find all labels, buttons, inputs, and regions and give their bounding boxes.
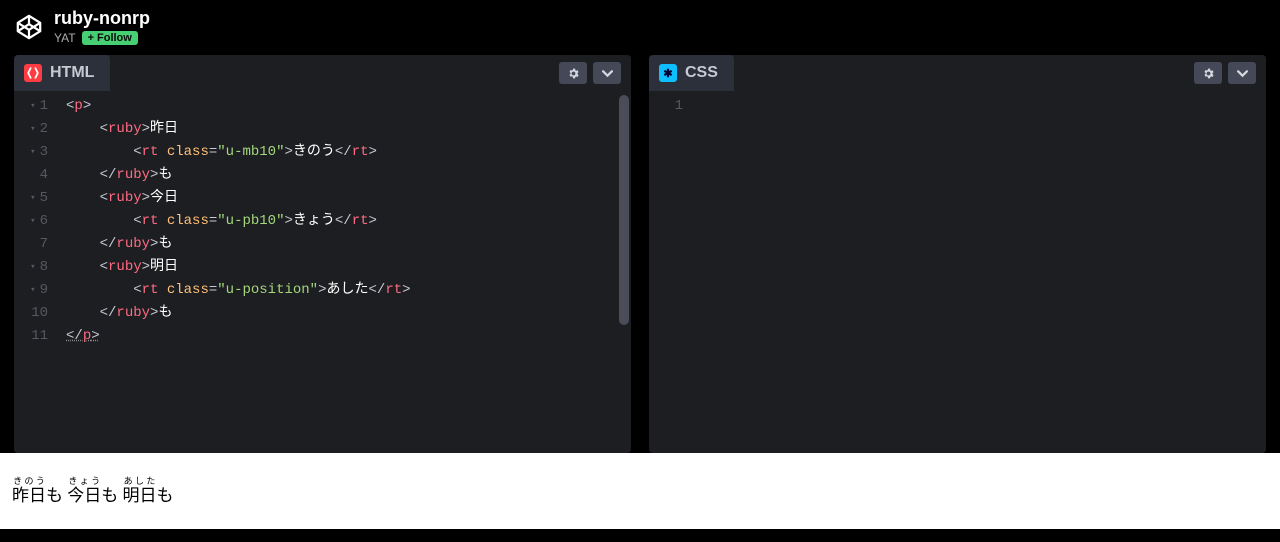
css-settings-button[interactable]	[1194, 62, 1222, 84]
css-lang-icon: ✱	[659, 64, 677, 82]
html-code[interactable]: <p> <ruby>昨日 <rt class="u-mb10">きのう</rt>…	[66, 95, 631, 348]
pen-header: ruby-nonrp YAT + Follow	[0, 0, 1280, 55]
html-lang-icon	[24, 64, 42, 82]
css-panel-title: CSS	[685, 64, 718, 82]
author-link[interactable]: YAT	[54, 31, 76, 45]
css-code[interactable]	[701, 95, 1266, 118]
css-panel-header: ✱ CSS	[649, 55, 1266, 91]
codepen-logo-icon[interactable]	[14, 12, 44, 42]
html-editor[interactable]: ▾1▾2▾34▾5▾67▾8▾91011 <p> <ruby>昨日 <rt cl…	[14, 91, 631, 453]
html-gutter: ▾1▾2▾34▾5▾67▾8▾91011	[14, 91, 58, 453]
css-dropdown-button[interactable]	[1228, 62, 1256, 84]
follow-label: Follow	[97, 32, 132, 44]
css-panel: ✱ CSS 1	[649, 55, 1266, 453]
pen-title[interactable]: ruby-nonrp	[54, 8, 150, 29]
plus-icon: +	[88, 32, 94, 44]
scrollbar-thumb[interactable]	[619, 95, 629, 325]
follow-button[interactable]: + Follow	[82, 31, 138, 45]
html-dropdown-button[interactable]	[593, 62, 621, 84]
result-preview: 昨日きのうも 今日きょうも 明日あしたも	[0, 453, 1280, 529]
html-settings-button[interactable]	[559, 62, 587, 84]
css-tab[interactable]: ✱ CSS	[649, 55, 734, 91]
css-gutter: 1	[649, 91, 693, 453]
html-tab[interactable]: HTML	[14, 55, 110, 91]
editors-row: HTML ▾1▾2▾34▾5▾67▾8▾91011 <p> <ruby>昨日 <…	[0, 55, 1280, 453]
html-panel: HTML ▾1▾2▾34▾5▾67▾8▾91011 <p> <ruby>昨日 <…	[14, 55, 631, 453]
result-paragraph: 昨日きのうも 今日きょうも 明日あしたも	[12, 476, 174, 506]
html-panel-title: HTML	[50, 64, 94, 82]
css-editor[interactable]: 1	[649, 91, 1266, 453]
html-panel-header: HTML	[14, 55, 631, 91]
